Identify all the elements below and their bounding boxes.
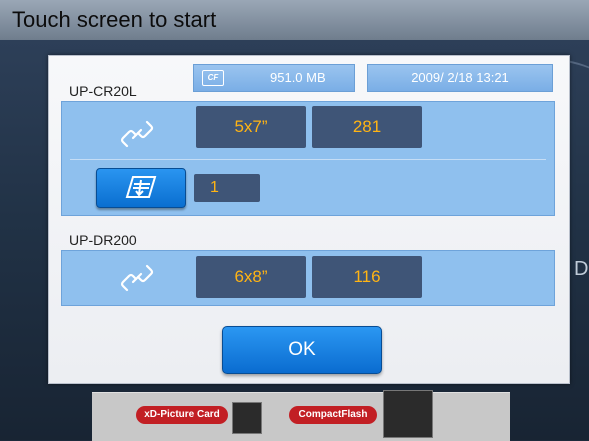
feed-count: 1 [194,174,260,202]
datetime-display: 2009/ 2/18 13:21 [367,64,553,92]
slot-label-xd: xD-Picture Card [136,406,228,424]
cf-card-image [383,390,433,438]
link-icon [120,264,154,292]
background-side-text: D [574,258,589,280]
printer-panel-1: 5x7” 281 1 [61,101,555,216]
printer-panel-2: 6x8” 116 [61,250,555,306]
paper-size-2: 6x8” [196,256,306,298]
remaining-prints-1: 281 [312,106,422,148]
link-icon [120,120,154,148]
paper-feed-button[interactable] [96,168,186,208]
remaining-prints-2: 116 [312,256,422,298]
screen-title: Touch screen to start [12,7,217,32]
ok-button[interactable]: OK [222,326,382,374]
printer-status-dialog: CF 951.0 MB 2009/ 2/18 13:21 UP-CR20L 5x… [48,55,570,384]
media-info: CF 951.0 MB [193,64,355,92]
paper-size-1: 5x7” [196,106,306,148]
xd-card-image [232,402,262,434]
printer-name-2: UP-DR200 [69,232,137,248]
compactflash-icon: CF [202,70,224,86]
printer-name-1: UP-CR20L [69,83,137,99]
panel-divider [70,159,546,160]
screen-header[interactable]: Touch screen to start [0,0,589,40]
media-size: 951.0 MB [270,70,326,85]
slot-label-cf: CompactFlash [289,406,377,424]
paper-feed-icon [125,176,157,198]
